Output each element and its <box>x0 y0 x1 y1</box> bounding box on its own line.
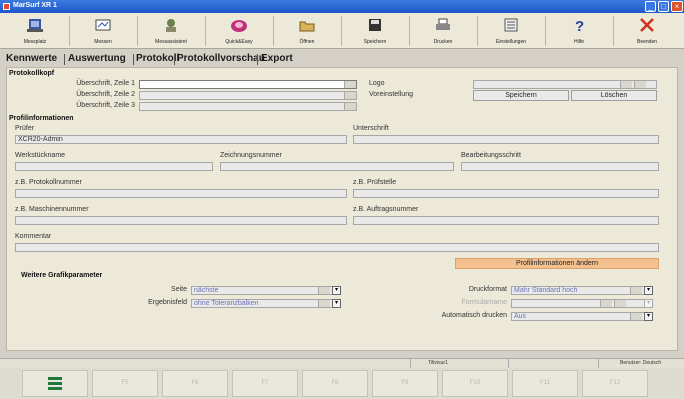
status-user: Benutzer: Deutsch <box>620 360 662 366</box>
f7-key[interactable]: F7 <box>232 370 298 397</box>
kommentar-field[interactable] <box>15 243 659 252</box>
chevron-down-icon: ▾ <box>644 299 653 308</box>
f10-key[interactable]: F10 <box>442 370 508 397</box>
zeichnung-field[interactable] <box>220 162 454 171</box>
f5-key[interactable]: F5 <box>92 370 158 397</box>
save-disk-icon <box>369 19 381 31</box>
title-bar: MarSurf XR 1 _ □ × <box>0 0 684 13</box>
quick-easy-icon <box>231 20 247 32</box>
delete-preset-button[interactable]: Löschen <box>571 90 657 101</box>
seite-select[interactable]: nächste ▾ <box>191 286 341 295</box>
assistant-icon <box>166 19 176 32</box>
exit-icon <box>640 18 654 32</box>
tab-auswertung[interactable]: Auswertung <box>68 52 126 65</box>
bearbeitung-label: Bearbeitungsschritt <box>461 152 521 159</box>
unterschrift-label: Unterschrift <box>353 125 389 132</box>
section-protokollkopf: Protokollkopf <box>9 70 55 77</box>
minimize-button[interactable]: _ <box>645 1 656 12</box>
auftragsnr-field[interactable] <box>353 216 659 225</box>
section-profilinformationen: Profilinformationen <box>9 115 74 122</box>
exit-button[interactable]: Beenden <box>616 15 678 47</box>
printer-icon <box>436 18 450 30</box>
pruefer-label: Prüfer <box>15 125 35 132</box>
zeichnung-label: Zeichnungsnummer <box>220 152 282 159</box>
help-button[interactable]: ? Hilfe <box>548 15 610 47</box>
kommentar-label: Kommentar <box>15 233 52 240</box>
pruefstelle-field[interactable] <box>353 189 659 198</box>
save-preset-button[interactable]: Speichern <box>473 90 569 101</box>
formular-select: ▾ <box>511 299 653 308</box>
status-bar: Tiltvisur1 Benutzer: Deutsch <box>0 358 684 369</box>
status-job: Tiltvisur1 <box>428 360 448 366</box>
measuring-station-icon <box>27 19 43 32</box>
messassistent-button[interactable]: Messassistent <box>140 15 202 47</box>
maximize-button[interactable]: □ <box>658 1 669 12</box>
f6-key[interactable]: F6 <box>162 370 228 397</box>
settings-button[interactable]: Einstellungen <box>480 15 542 47</box>
svg-text:?: ? <box>575 18 584 33</box>
f9-key[interactable]: F9 <box>372 370 438 397</box>
f12-key[interactable]: F12 <box>582 370 648 397</box>
function-key-bar: F5 F6 F7 F8 F9 F10 F11 F12 <box>0 368 684 399</box>
chevron-down-icon: ▾ <box>332 299 341 308</box>
druckformat-label: Druckformat <box>468 286 507 293</box>
unterschrift-field[interactable] <box>353 135 659 144</box>
druckformat-select[interactable]: Mahr Standard hoch ▾ <box>511 286 653 295</box>
maschinennr-field[interactable] <box>15 216 347 225</box>
formular-label: Formularname <box>461 299 507 306</box>
chevron-down-icon: ▾ <box>644 286 653 295</box>
section-grafikparameter: Weitere Grafikparameter <box>21 272 103 279</box>
autodruck-label: Automatisch drucken <box>441 312 507 319</box>
protokoll-panel: Protokollkopf Überschrift, Zeile 1 Übers… <box>6 67 678 351</box>
logo-label: Logo <box>369 80 385 87</box>
bearbeitung-field[interactable] <box>461 162 659 171</box>
seite-label: Seite <box>171 286 187 293</box>
tab-protokollvorschau[interactable]: Protokollvorschau <box>177 52 265 65</box>
print-button[interactable]: Drucken <box>412 15 474 47</box>
pruefstelle-label: z.B. Prüfstelle <box>353 179 397 186</box>
chevron-down-icon: ▾ <box>332 286 341 295</box>
protokollnr-field[interactable] <box>15 189 347 198</box>
line3-input[interactable] <box>139 102 357 111</box>
main-toolbar: Messplatz Messen Messassistent Quick&Eas… <box>0 13 684 49</box>
settings-icon <box>504 18 518 32</box>
ergebnis-select[interactable]: ohne Toleranzbalken ▾ <box>191 299 341 308</box>
messen-button[interactable]: Messen <box>72 15 134 47</box>
measure-icon <box>95 19 111 31</box>
line1-label: Überschrift, Zeile 1 <box>76 80 135 87</box>
messplatz-button[interactable]: Messplatz <box>4 15 66 47</box>
line1-input[interactable] <box>139 80 357 89</box>
line3-label: Überschrift, Zeile 3 <box>76 102 135 109</box>
help-icon: ? <box>575 18 584 33</box>
stack-icon <box>48 377 62 390</box>
werkstueck-label: Werkstückname <box>15 152 66 159</box>
logo-input[interactable] <box>473 80 657 89</box>
pruefer-field[interactable]: XCR20-Admin <box>15 135 347 144</box>
ergebnis-label: Ergebnisfeld <box>148 299 187 306</box>
window-title: MarSurf XR 1 <box>13 2 57 9</box>
auftragsnr-label: z.B. Auftragsnummer <box>353 206 419 213</box>
f8-key[interactable]: F8 <box>302 370 368 397</box>
open-button[interactable]: Öffnen <box>276 15 338 47</box>
autodruck-select[interactable]: Aus ▾ <box>511 312 653 321</box>
line2-label: Überschrift, Zeile 2 <box>76 91 135 98</box>
change-profile-button[interactable]: Profilinformationen ändern <box>455 258 659 269</box>
open-folder-icon <box>299 21 315 32</box>
chevron-down-icon: ▾ <box>644 312 653 321</box>
save-button[interactable]: Speichern <box>344 15 406 47</box>
close-window-button[interactable]: × <box>671 1 683 12</box>
f11-key[interactable]: F11 <box>512 370 578 397</box>
stack-menu-button[interactable] <box>22 370 88 397</box>
tab-export[interactable]: Export <box>261 52 293 65</box>
maschinennr-label: z.B. Maschinennummer <box>15 206 89 213</box>
line2-input[interactable] <box>139 91 357 100</box>
app-icon <box>3 3 10 10</box>
werkstueck-field[interactable] <box>15 162 213 171</box>
preset-label: Voreinstellung <box>369 91 413 98</box>
quick-easy-button[interactable]: Quick&Easy <box>208 15 270 47</box>
tab-protokoll[interactable]: Protokoll <box>136 52 179 65</box>
tab-kennwerte[interactable]: Kennwerte <box>6 52 57 65</box>
protokollnr-label: z.B. Protokollnummer <box>15 179 82 186</box>
